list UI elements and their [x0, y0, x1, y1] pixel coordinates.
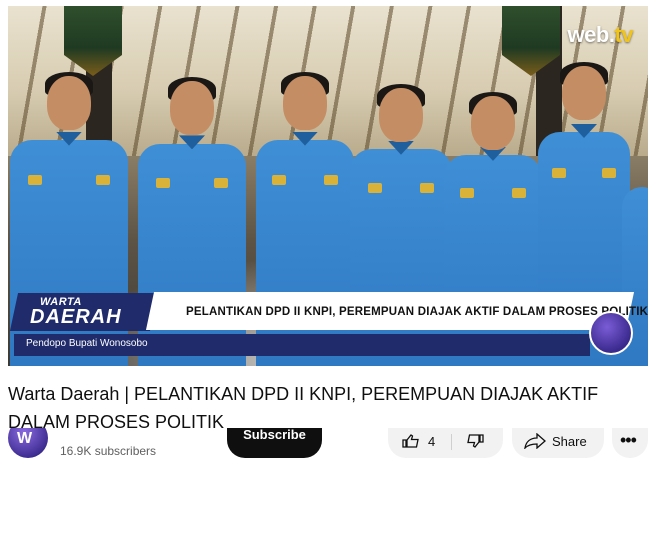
like-count[interactable]: 4: [428, 434, 435, 449]
avatar[interactable]: W: [8, 428, 48, 458]
channel-watermark: web.tv: [567, 22, 634, 47]
lower-third-program-line2: DAERAH: [30, 306, 122, 328]
lower-third-headline: PELANTIKAN DPD II KNPI, PEREMPUAN DIAJAK…: [186, 306, 649, 318]
share-icon: [524, 433, 546, 449]
divider: [451, 434, 452, 450]
subscriber-count: 16.9K subscribers: [60, 444, 157, 458]
subscribe-label: Subscribe: [243, 428, 306, 442]
more-actions-button[interactable]: •••: [612, 428, 648, 458]
channel-logo-icon: [589, 311, 633, 355]
share-button[interactable]: Share: [512, 428, 604, 458]
more-icon: •••: [620, 430, 637, 450]
subscribe-button[interactable]: Subscribe: [227, 428, 322, 458]
lower-third-location: Pendopo Bupati Wonosobo: [26, 338, 148, 349]
like-dislike-group: 4: [388, 428, 503, 458]
thumbs-up-icon[interactable]: [402, 434, 420, 448]
share-label: Share: [552, 434, 587, 449]
avatar-letter: W: [17, 430, 33, 447]
thumbs-down-icon[interactable]: [466, 434, 484, 448]
